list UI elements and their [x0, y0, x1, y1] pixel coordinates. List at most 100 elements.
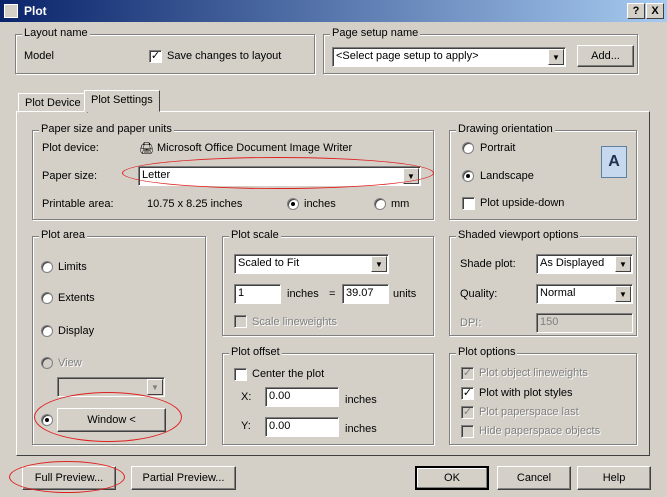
plot-device-label: Plot device:	[42, 142, 99, 154]
add-page-setup-button[interactable]: Add...	[577, 45, 634, 67]
chevron-down-icon: ▼	[371, 256, 387, 272]
plot-area-group-label: Plot area	[39, 229, 88, 241]
mm-radio[interactable]	[374, 198, 386, 210]
limits-radio[interactable]	[41, 261, 53, 273]
page-setup-select[interactable]: <Select page setup to apply> ▼	[332, 47, 566, 67]
center-plot-checkbox[interactable]	[234, 368, 247, 381]
help-button[interactable]: Help	[577, 466, 651, 490]
window-radio[interactable]	[41, 414, 53, 426]
offset-y-label: Y:	[241, 420, 251, 432]
save-changes-checkbox[interactable]: ✓	[149, 50, 162, 63]
plot-device-value: Microsoft Office Document Image Writer	[157, 142, 353, 154]
window-title: Plot	[24, 4, 47, 18]
mm-label: mm	[391, 198, 410, 210]
scale-select[interactable]: Scaled to Fit ▼	[234, 254, 389, 274]
scale-value: Scaled to Fit	[238, 257, 300, 269]
landscape-radio[interactable]	[462, 170, 474, 182]
quality-label: Quality:	[460, 288, 498, 300]
chevron-down-icon: ▼	[548, 49, 564, 65]
full-preview-button[interactable]: Full Preview...	[22, 466, 116, 490]
offset-x-input[interactable]: 0.00	[265, 387, 339, 407]
dpi-input[interactable]: 150	[536, 313, 633, 333]
orientation-group-label: Drawing orientation	[456, 123, 555, 135]
shade-plot-select[interactable]: As Displayed ▼	[536, 254, 633, 274]
offset-x-label: X:	[241, 391, 252, 403]
layout-name-value: Model	[24, 50, 54, 62]
shaded-viewport-group: Shaded viewport options Shade plot: As D…	[449, 229, 637, 336]
plot-styles-label: Plot with plot styles	[479, 387, 573, 399]
extents-label: Extents	[58, 292, 95, 304]
inches-label: inches	[304, 198, 336, 210]
page-setup-value: <Select page setup to apply>	[336, 50, 479, 62]
dpi-label: DPI:	[460, 317, 482, 329]
app-icon	[4, 4, 18, 18]
quality-select[interactable]: Normal ▼	[536, 284, 633, 304]
window-pick-button[interactable]: Window <	[57, 408, 166, 432]
shaded-group-label: Shaded viewport options	[456, 229, 581, 241]
chevron-down-icon: ▼	[403, 168, 419, 184]
plot-area-group: Plot area Limits Extents Display View ▼ …	[32, 229, 206, 445]
printable-area-value: 10.75 x 8.25 inches	[147, 198, 243, 210]
cancel-button[interactable]: Cancel	[497, 466, 571, 490]
view-radio[interactable]	[41, 357, 53, 369]
scale-inches-unit: inches	[287, 288, 319, 300]
paper-size-select[interactable]: Letter ▼	[138, 166, 421, 186]
center-plot-label: Center the plot	[252, 368, 325, 380]
scale-equals: =	[329, 288, 336, 300]
layout-name-group: Layout name Model ✓ Save changes to layo…	[15, 27, 315, 74]
hide-paperspace-checkbox[interactable]	[461, 425, 474, 438]
ok-button[interactable]: OK	[415, 466, 489, 490]
portrait-radio[interactable]	[462, 142, 474, 154]
title-bar: Plot ? X	[0, 0, 667, 22]
save-changes-label: Save changes to layout	[167, 50, 282, 62]
plot-styles-checkbox[interactable]: ✓	[461, 387, 474, 400]
portrait-label: Portrait	[480, 142, 516, 154]
quality-value: Normal	[540, 287, 576, 299]
scale-units-input[interactable]: 39.07	[342, 284, 389, 304]
landscape-label: Landscape	[480, 170, 534, 182]
offset-y-input[interactable]: 0.00	[265, 417, 339, 437]
hide-paperspace-label: Hide paperspace objects	[479, 425, 601, 437]
plot-scale-group-label: Plot scale	[229, 229, 281, 241]
plot-lineweights-checkbox[interactable]: ✓	[461, 367, 474, 380]
partial-preview-button[interactable]: Partial Preview...	[131, 466, 236, 490]
help-title-button[interactable]: ?	[627, 3, 645, 19]
page-setup-label: Page setup name	[330, 27, 421, 39]
landscape-orientation-icon: A	[601, 146, 627, 178]
offset-y-unit: inches	[345, 423, 377, 435]
display-label: Display	[58, 325, 95, 337]
limits-label: Limits	[58, 261, 87, 273]
chevron-down-icon: ▼	[147, 379, 163, 395]
shade-plot-label: Shade plot:	[460, 258, 516, 270]
view-select[interactable]: ▼	[57, 377, 165, 397]
paper-size-label: Paper size:	[42, 170, 98, 182]
plot-lineweights-label: Plot object lineweights	[479, 367, 588, 379]
inches-radio[interactable]	[287, 198, 299, 210]
scale-units-unit: units	[393, 288, 417, 300]
layout-name-label: Layout name	[22, 27, 90, 39]
scale-lineweights-label: Scale lineweights	[252, 316, 337, 328]
tab-plot-settings[interactable]: Plot Settings	[84, 90, 160, 112]
printable-area-label: Printable area:	[42, 198, 114, 210]
chevron-down-icon: ▼	[615, 286, 631, 302]
close-title-button[interactable]: X	[646, 3, 664, 19]
scale-inches-input[interactable]: 1	[234, 284, 281, 304]
orientation-group: Drawing orientation Portrait Landscape P…	[449, 123, 637, 220]
extents-radio[interactable]	[41, 292, 53, 304]
paperspace-last-checkbox[interactable]: ✓	[461, 406, 474, 419]
page-setup-group: Page setup name <Select page setup to ap…	[323, 27, 638, 74]
chevron-down-icon: ▼	[615, 256, 631, 272]
plot-offset-group-label: Plot offset	[229, 346, 282, 358]
plot-options-group: Plot options ✓ Plot object lineweights ✓…	[449, 346, 637, 445]
upside-down-checkbox[interactable]	[462, 197, 475, 210]
scale-lineweights-checkbox[interactable]	[234, 315, 247, 328]
printer-icon: 🖨	[139, 141, 155, 155]
paper-size-group: Paper size and paper units Plot device: …	[32, 123, 434, 220]
upside-down-label: Plot upside-down	[480, 197, 565, 209]
plot-options-group-label: Plot options	[456, 346, 518, 358]
tab-plot-device[interactable]: Plot Device	[18, 93, 88, 113]
offset-x-unit: inches	[345, 394, 377, 406]
display-radio[interactable]	[41, 325, 53, 337]
plot-offset-group: Plot offset Center the plot X: 0.00 inch…	[222, 346, 434, 445]
shade-plot-value: As Displayed	[540, 257, 605, 269]
